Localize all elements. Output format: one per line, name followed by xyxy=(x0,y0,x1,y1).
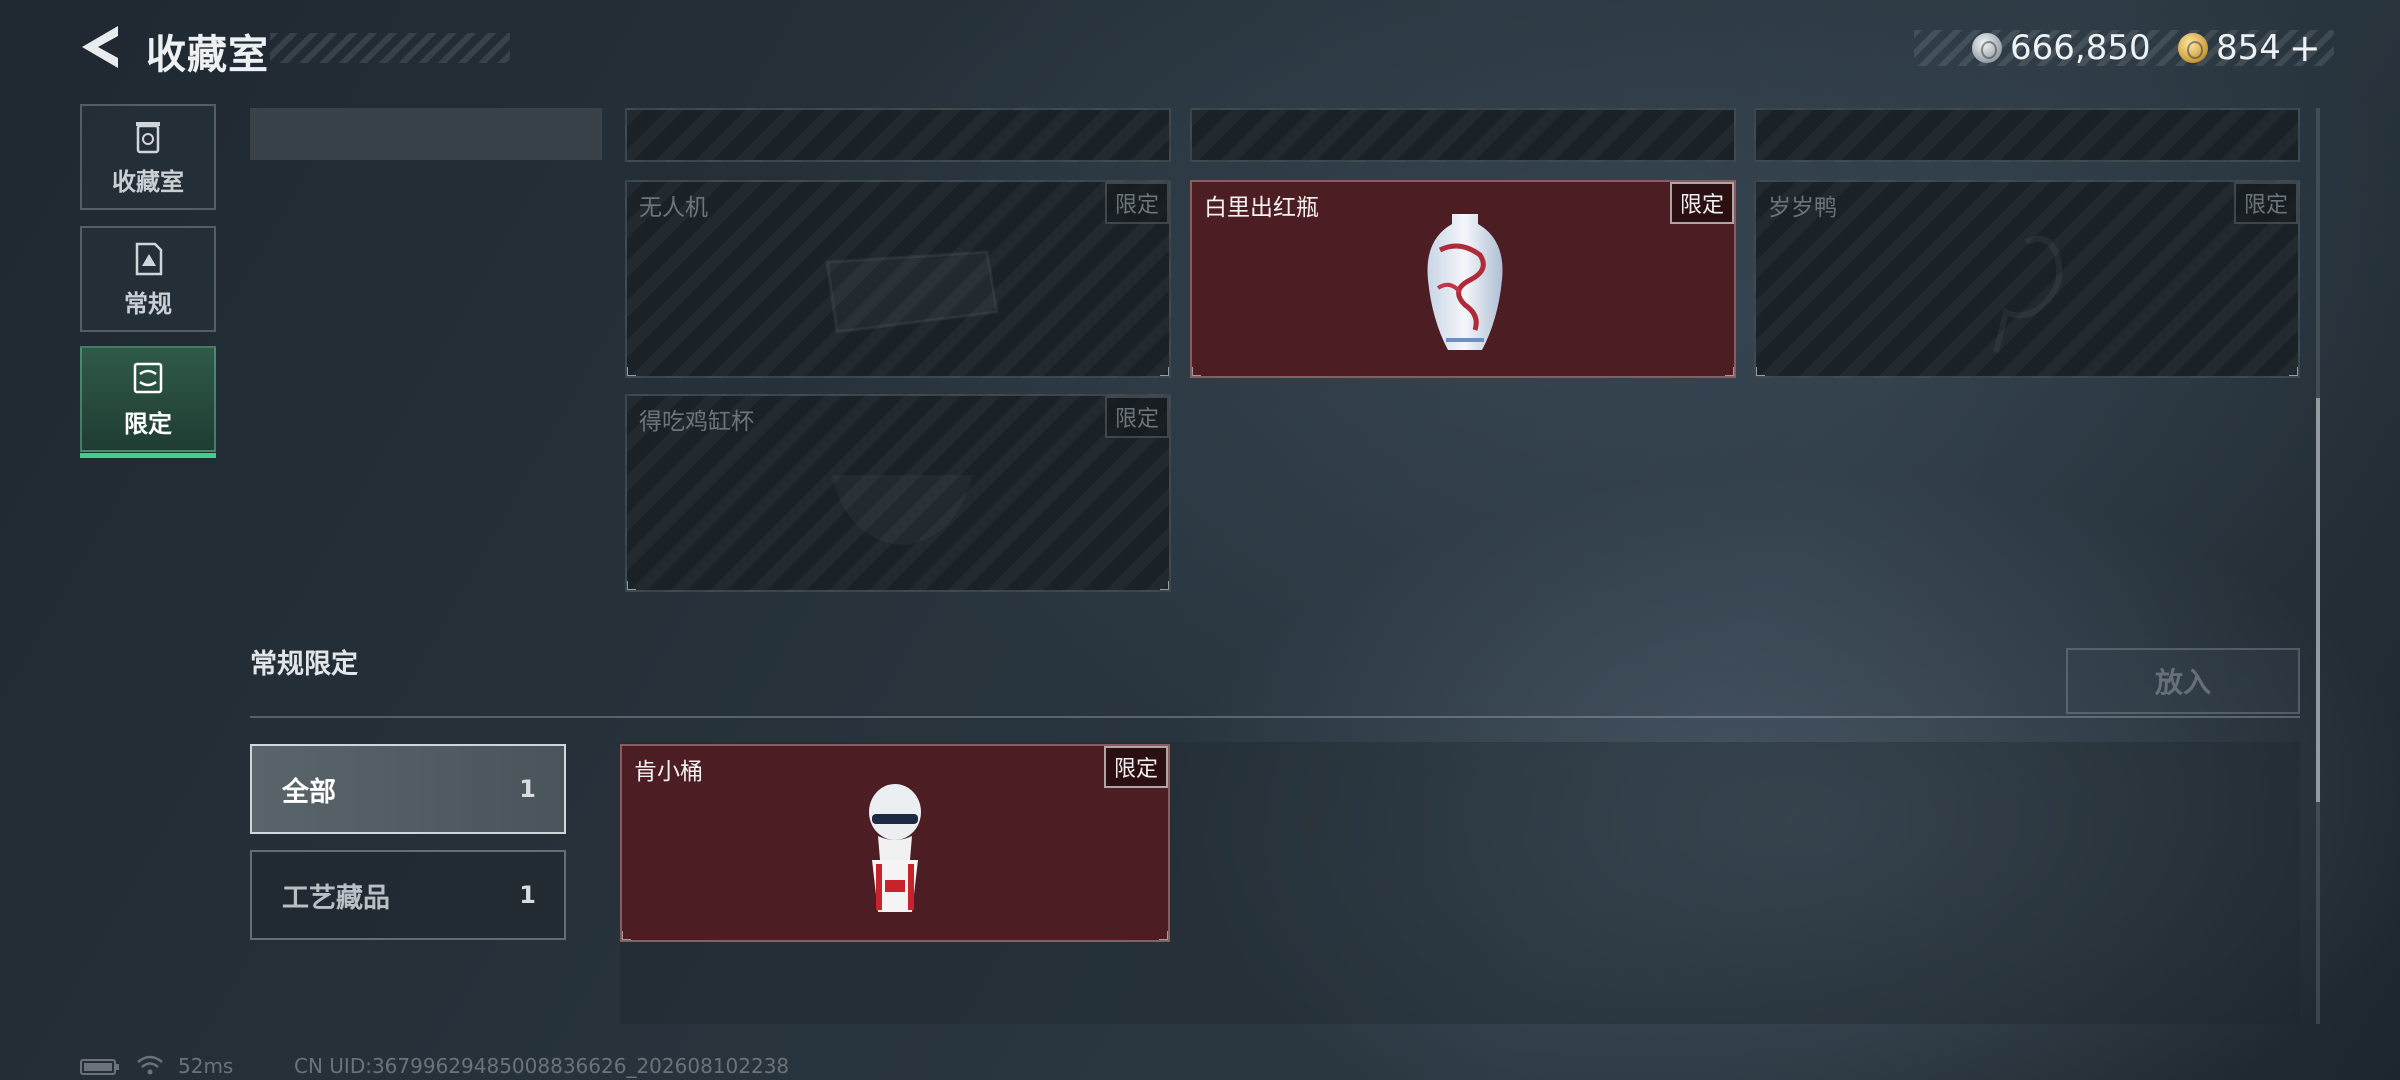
battery-icon xyxy=(80,1059,119,1075)
uid-readout: CN UID:3679962948500883662​6_20260810223… xyxy=(294,1054,790,1078)
limited-badge: 限定 xyxy=(1103,746,1168,788)
sidebar-tab-collection[interactable]: 收藏室 xyxy=(80,104,216,210)
filter-count: 1 xyxy=(519,775,536,803)
add-currency-button[interactable]: + xyxy=(2289,26,2321,70)
sidebar-tab-regular[interactable]: 常规 xyxy=(80,226,216,332)
drone-silhouette-icon xyxy=(825,250,999,334)
duck-silhouette-icon xyxy=(1993,235,2063,353)
collection-card-partial[interactable] xyxy=(1190,108,1736,162)
scrollbar-thumb[interactable] xyxy=(2316,398,2320,802)
collection-card-partial[interactable] xyxy=(625,108,1171,162)
gold-currency-value: 854 xyxy=(2216,28,2281,68)
gold-coin-icon xyxy=(2178,33,2208,63)
limited-badge: 限定 xyxy=(1104,396,1169,438)
sidebar-tab-label: 限定 xyxy=(124,409,172,438)
silver-currency: 666,850 xyxy=(1972,26,2151,70)
collection-card-duck[interactable]: 岁岁鸭 限定 xyxy=(1754,180,2300,378)
cup-silhouette-icon xyxy=(832,475,972,545)
sidebar-tab-label: 收藏室 xyxy=(112,167,184,196)
title-decoration xyxy=(270,33,510,63)
document-icon xyxy=(135,242,163,275)
limited-icon xyxy=(133,362,163,393)
back-arrow-icon xyxy=(82,26,118,68)
ping-readout: 52ms xyxy=(178,1054,234,1078)
filter-label: 全部 xyxy=(282,776,336,808)
filter-crafts[interactable]: 工艺藏品 1 xyxy=(250,850,566,940)
filter-count: 1 xyxy=(519,881,536,909)
trash-bin-icon xyxy=(136,121,160,153)
item-name: 得吃鸡缸杯 xyxy=(639,409,754,435)
item-name: 岁岁鸭 xyxy=(1768,195,1837,221)
section-divider xyxy=(250,716,2300,718)
silver-coin-icon xyxy=(1972,33,2002,63)
collection-card-drone[interactable]: 无人机 限定 xyxy=(625,180,1171,378)
sidebar-tab-limited[interactable]: 限定 xyxy=(80,346,216,458)
item-name: 白里出红瓶 xyxy=(1204,195,1319,221)
limited-badge: 限定 xyxy=(1669,182,1734,224)
filter-label: 工艺藏品 xyxy=(282,882,390,914)
category-header-strip xyxy=(250,108,602,160)
section-title: 常规限定 xyxy=(250,649,358,680)
item-name: 无人机 xyxy=(639,195,708,221)
wifi-icon xyxy=(137,1055,163,1075)
place-button[interactable]: 放入 xyxy=(2066,648,2300,714)
sidebar-tab-label: 常规 xyxy=(124,289,172,318)
gold-currency: 854 + xyxy=(2178,26,2321,70)
vase-icon xyxy=(1427,214,1503,350)
filter-all[interactable]: 全部 1 xyxy=(250,744,566,834)
back-button[interactable] xyxy=(78,22,124,72)
collection-card-cup[interactable]: 得吃鸡缸杯 限定 xyxy=(625,394,1171,592)
limited-badge: 限定 xyxy=(2233,182,2298,224)
item-name: 肯小桶 xyxy=(634,759,703,785)
collection-card-vase[interactable]: 白里出红瓶 限定 xyxy=(1190,180,1736,378)
bucket-figure-icon xyxy=(869,784,921,912)
collection-card-partial[interactable] xyxy=(1754,108,2300,162)
limited-badge: 限定 xyxy=(1104,182,1169,224)
silver-currency-value: 666,850 xyxy=(2010,28,2151,68)
collection-card-bucket[interactable]: 肯小桶 限定 xyxy=(620,744,1170,942)
page-title: 收藏室 xyxy=(146,32,269,78)
